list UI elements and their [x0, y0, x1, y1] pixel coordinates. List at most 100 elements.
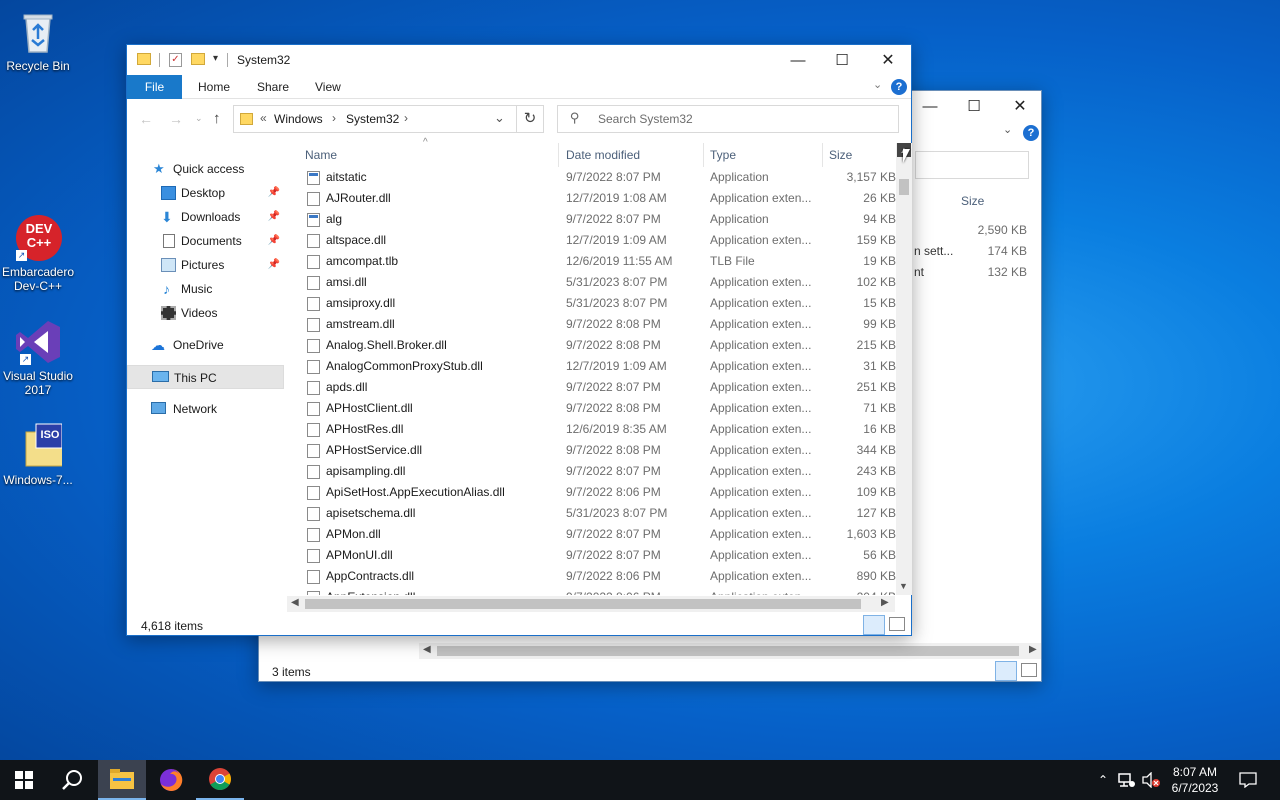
file-row[interactable]: altspace.dll 12/7/2019 1:09 AM Application…: [299, 230, 899, 251]
tab-share[interactable]: Share: [243, 75, 303, 99]
file-row[interactable]: amcompat.tlb 12/6/2019 11:55 AM TLB File 19…: [299, 251, 899, 272]
file-row[interactable]: APHostService.dll 9/7/2022 8:08 PM Applica…: [299, 440, 899, 461]
horizontal-scrollbar[interactable]: ◀ ▶: [419, 643, 1041, 659]
show-hidden-icons-button[interactable]: ⌃: [1092, 760, 1114, 800]
file-row[interactable]: APHostClient.dll 9/7/2022 8:08 PM Applicat…: [299, 398, 899, 419]
back-row[interactable]: 2,590 KB: [914, 223, 1029, 241]
nav-this-pc[interactable]: This PC: [127, 365, 284, 389]
nav-downloads[interactable]: ⬇ Downloads 📌: [127, 205, 284, 229]
scroll-left-arrow[interactable]: ◀: [423, 644, 431, 655]
minimize-button[interactable]: —: [907, 91, 953, 121]
tab-home[interactable]: Home: [184, 75, 244, 99]
file-row[interactable]: AppExtension.dll 9/7/2022 8:06 PM Applicat…: [299, 587, 899, 595]
desktop-icon-iso[interactable]: ISO Windows-7...: [0, 422, 76, 487]
explorer-window[interactable]: ✓ ▾ System32 — ☐ ✕ File Home Share View …: [126, 44, 912, 636]
file-row[interactable]: ApiSetHost.AppExecutionAlias.dll 9/7/2022…: [299, 482, 899, 503]
close-button[interactable]: ✕: [997, 91, 1043, 121]
large-icons-view-icon[interactable]: [889, 617, 905, 631]
scroll-right-arrow[interactable]: ▶: [1029, 644, 1037, 655]
desktop-icon-devcpp[interactable]: DEV C++ ↗ Embarcadero Dev-C++: [0, 214, 76, 293]
scrollbar-thumb[interactable]: [437, 646, 1019, 656]
file-row[interactable]: AJRouter.dll 12/7/2019 1:08 AM Application…: [299, 188, 899, 209]
scrollbar-thumb[interactable]: [305, 599, 861, 609]
scrollbar-thumb[interactable]: [899, 179, 909, 195]
file-row[interactable]: APHostRes.dll 12/6/2019 8:35 AM Applicatio…: [299, 419, 899, 440]
nav-pictures[interactable]: Pictures 📌: [127, 253, 284, 277]
address-dropdown-icon[interactable]: ⌄: [494, 110, 505, 126]
desktop-icon-recycle-bin[interactable]: Recycle Bin: [0, 8, 76, 73]
column-header-date[interactable]: Date modified: [560, 143, 704, 167]
file-row[interactable]: alg 9/7/2022 8:07 PM Application 94 KB: [299, 209, 899, 230]
chevron-right-icon[interactable]: ›: [404, 111, 408, 125]
maximize-button[interactable]: ☐: [951, 91, 997, 121]
clock[interactable]: 8:07 AM 6/7/2023: [1166, 760, 1224, 800]
up-arrow-icon[interactable]: ↑: [213, 110, 221, 127]
breadcrumb-overflow[interactable]: «: [260, 111, 267, 125]
title-bar[interactable]: ✓ ▾ System32 — ☐ ✕: [127, 45, 911, 75]
nav-onedrive[interactable]: ☁ OneDrive: [127, 333, 284, 357]
file-row[interactable]: AnalogCommonProxyStub.dll 12/7/2019 1:09 …: [299, 356, 899, 377]
address-bar[interactable]: « Windows › System32 › ⌄: [233, 105, 543, 133]
column-header-name[interactable]: Name: [299, 143, 559, 167]
file-row[interactable]: apisampling.dll 9/7/2022 8:07 PM Applicati…: [299, 461, 899, 482]
column-header-type[interactable]: Type: [704, 143, 823, 167]
expand-ribbon-icon[interactable]: ⌄: [873, 78, 882, 91]
horizontal-scrollbar[interactable]: ◀ ▶: [287, 596, 895, 612]
file-row[interactable]: amstream.dll 9/7/2022 8:08 PM Application …: [299, 314, 899, 335]
vertical-scrollbar[interactable]: ▲ ▼: [896, 143, 912, 595]
file-row[interactable]: amsiproxy.dll 5/31/2023 8:07 PM Applicatio…: [299, 293, 899, 314]
nav-videos[interactable]: Videos: [127, 301, 284, 325]
close-button[interactable]: ✕: [865, 45, 911, 75]
column-header-size[interactable]: Size: [961, 194, 984, 208]
file-row[interactable]: AppContracts.dll 9/7/2022 8:06 PM Applicat…: [299, 566, 899, 587]
file-row[interactable]: APMonUI.dll 9/7/2022 8:07 PM Application e…: [299, 545, 899, 566]
file-row[interactable]: Analog.Shell.Broker.dll 9/7/2022 8:08 PM A…: [299, 335, 899, 356]
file-row[interactable]: apds.dll 9/7/2022 8:07 PM Application exte…: [299, 377, 899, 398]
back-arrow-icon[interactable]: ←: [139, 111, 153, 127]
column-header-size[interactable]: Size: [823, 143, 893, 167]
start-button[interactable]: [0, 760, 48, 800]
new-folder-icon[interactable]: [191, 53, 205, 65]
help-icon[interactable]: ?: [891, 79, 907, 95]
minimize-button[interactable]: —: [775, 45, 821, 75]
details-view-icon[interactable]: [863, 615, 885, 635]
nav-documents[interactable]: Documents 📌: [127, 229, 284, 253]
search-box[interactable]: [915, 151, 1029, 179]
desktop-icon-visual-studio[interactable]: ↗ Visual Studio 2017: [0, 318, 76, 397]
search-button[interactable]: [48, 760, 96, 800]
properties-icon[interactable]: ✓: [169, 53, 182, 67]
scroll-left-arrow[interactable]: ◀: [291, 597, 299, 608]
action-center-button[interactable]: [1232, 760, 1264, 800]
volume-tray-button[interactable]: [1140, 760, 1162, 800]
nav-music[interactable]: ♪ Music: [127, 277, 284, 301]
taskbar-file-explorer[interactable]: [98, 760, 146, 800]
nav-network[interactable]: Network: [127, 397, 284, 421]
file-row[interactable]: aitstatic 9/7/2022 8:07 PM Application 3,15…: [299, 167, 899, 188]
breadcrumb-windows[interactable]: Windows: [274, 112, 323, 126]
folder-icon[interactable]: [137, 53, 151, 65]
file-row[interactable]: APMon.dll 9/7/2022 8:07 PM Application ext…: [299, 524, 899, 545]
network-tray-button[interactable]: [1116, 760, 1138, 800]
file-row[interactable]: apisetschema.dll 5/31/2023 8:07 PM Applica…: [299, 503, 899, 524]
scroll-right-arrow[interactable]: ▶: [881, 597, 889, 608]
help-icon[interactable]: ?: [1023, 125, 1039, 141]
quick-access-toolbar-dropdown-icon[interactable]: ▾: [213, 53, 218, 64]
search-box[interactable]: ⚲ Search System32: [557, 105, 899, 133]
back-row[interactable]: n sett... 174 KB: [914, 244, 1029, 262]
maximize-button[interactable]: ☐: [819, 45, 865, 75]
taskbar-firefox[interactable]: [147, 760, 195, 800]
tab-view[interactable]: View: [301, 75, 355, 99]
nav-desktop[interactable]: Desktop 📌: [127, 181, 284, 205]
tab-file[interactable]: File: [127, 75, 182, 99]
large-icons-view-icon[interactable]: [1021, 663, 1037, 677]
nav-quick-access[interactable]: ★ Quick access: [127, 157, 284, 181]
refresh-button[interactable]: ↻: [516, 105, 544, 133]
taskbar-chrome[interactable]: [196, 760, 244, 800]
back-row[interactable]: nt 132 KB: [914, 265, 1029, 283]
expand-ribbon-icon[interactable]: ⌄: [1003, 123, 1012, 136]
recent-locations-icon[interactable]: ⌄: [195, 113, 203, 124]
breadcrumb-system32[interactable]: System32: [346, 112, 399, 126]
forward-arrow-icon[interactable]: →: [169, 111, 183, 127]
chevron-right-icon[interactable]: ›: [332, 111, 336, 125]
file-row[interactable]: amsi.dll 5/31/2023 8:07 PM Application ext…: [299, 272, 899, 293]
